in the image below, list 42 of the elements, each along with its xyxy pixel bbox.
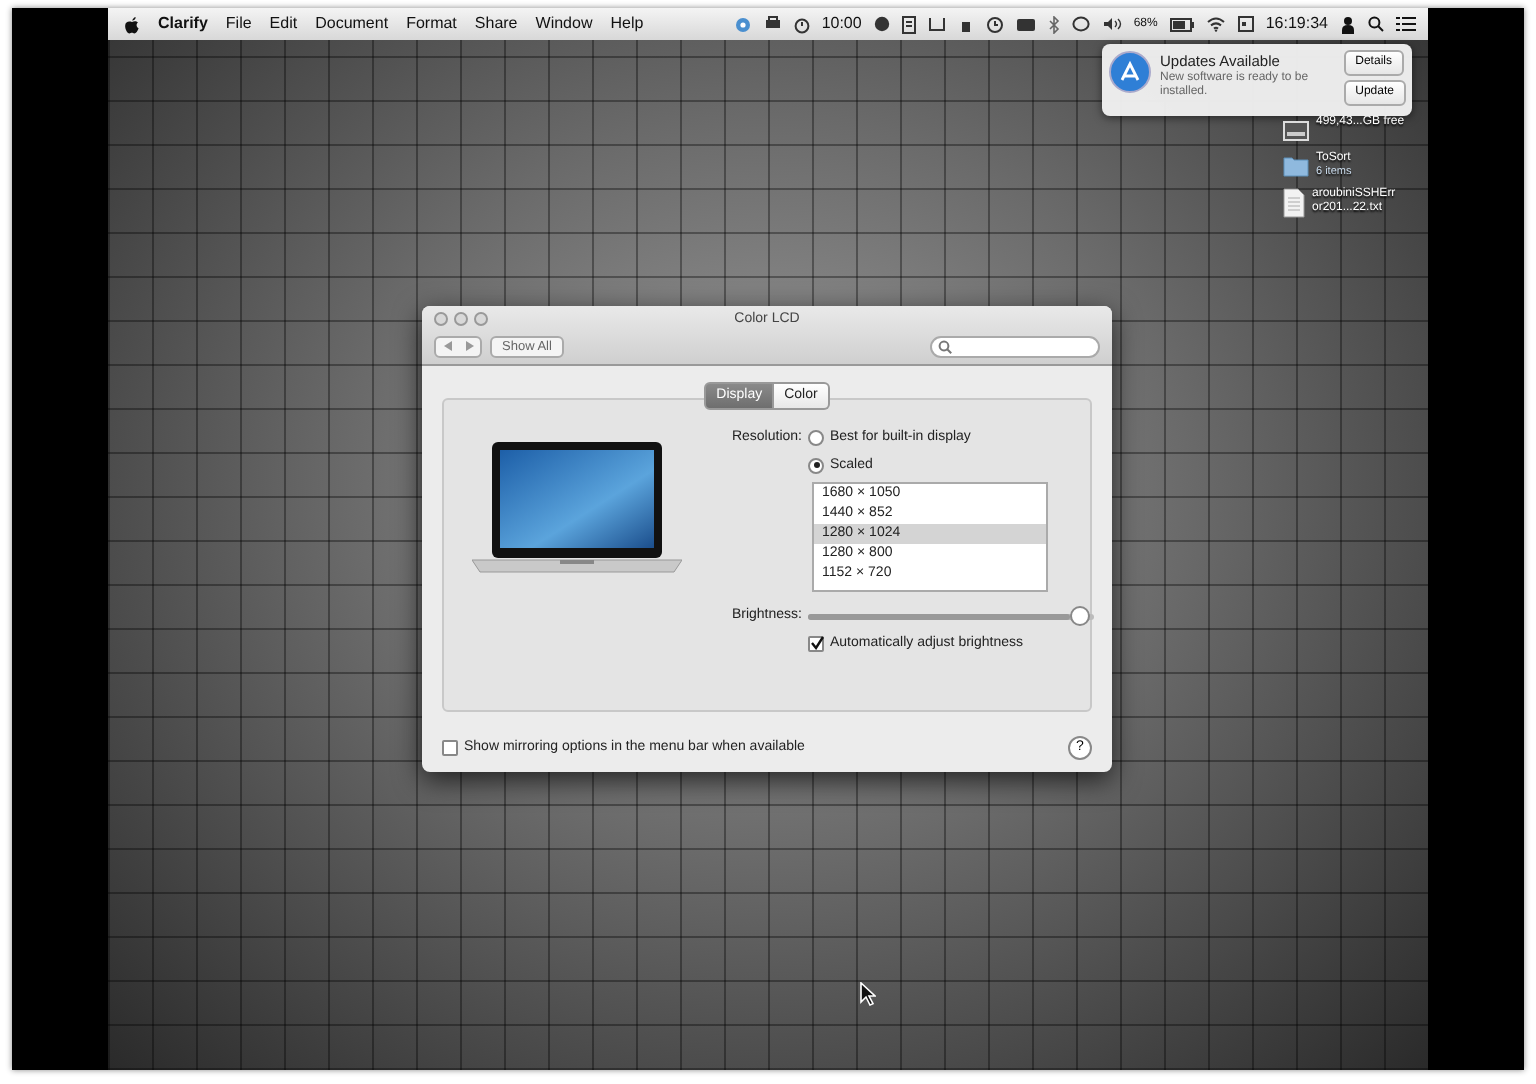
right-arrow-icon[interactable] xyxy=(463,340,475,352)
menu-item[interactable]: Share xyxy=(474,12,518,36)
speech-bubble-icon[interactable] xyxy=(1071,16,1090,32)
menu-item[interactable]: Document xyxy=(315,12,389,36)
tray-icon[interactable] xyxy=(927,16,946,32)
folder-icon[interactable] xyxy=(1282,152,1310,178)
menu-item[interactable]: Window xyxy=(535,12,593,36)
left-arrow-icon[interactable] xyxy=(441,340,453,352)
document-icon[interactable] xyxy=(901,15,916,33)
menu-item[interactable]: Edit xyxy=(269,12,298,36)
document-icon[interactable] xyxy=(1282,187,1306,218)
search-field[interactable] xyxy=(930,335,1100,357)
checkbox[interactable] xyxy=(442,740,458,756)
printer-icon[interactable] xyxy=(763,16,782,32)
card-icon[interactable] xyxy=(1015,17,1036,31)
list-icon[interactable] xyxy=(1396,16,1416,32)
clock-time[interactable]: 16:19:34 xyxy=(1265,12,1328,36)
search-icon xyxy=(938,339,952,353)
radio-button[interactable] xyxy=(808,457,824,474)
drive-icon[interactable] xyxy=(1282,116,1310,144)
timer-icon[interactable] xyxy=(793,15,810,33)
clock-text[interactable]: 10:00 xyxy=(821,12,862,36)
menu-item[interactable]: File xyxy=(225,12,252,36)
back-forward-buttons[interactable] xyxy=(434,335,482,357)
circle-icon[interactable] xyxy=(873,16,890,32)
search-icon[interactable] xyxy=(1368,16,1384,32)
speaker-icon[interactable] xyxy=(1101,16,1122,32)
app-menu[interactable]: Clarify xyxy=(158,12,208,36)
history-clock-icon[interactable] xyxy=(985,15,1004,33)
cursor-icon xyxy=(860,982,876,1006)
user-icon[interactable] xyxy=(1340,15,1356,33)
wifi-icon[interactable] xyxy=(1205,16,1226,32)
apple-icon[interactable] xyxy=(124,15,140,33)
menu-item[interactable]: Help xyxy=(610,12,644,36)
radio-button[interactable] xyxy=(808,430,824,447)
checkbox[interactable] xyxy=(808,635,824,652)
checkmark-icon xyxy=(809,636,823,651)
battery-icon[interactable] xyxy=(1169,17,1194,31)
bluetooth-icon[interactable] xyxy=(1047,15,1060,33)
app-store-icon xyxy=(1108,50,1152,94)
slider-thumb[interactable] xyxy=(1069,605,1090,626)
menu-item[interactable]: Format xyxy=(406,12,457,36)
